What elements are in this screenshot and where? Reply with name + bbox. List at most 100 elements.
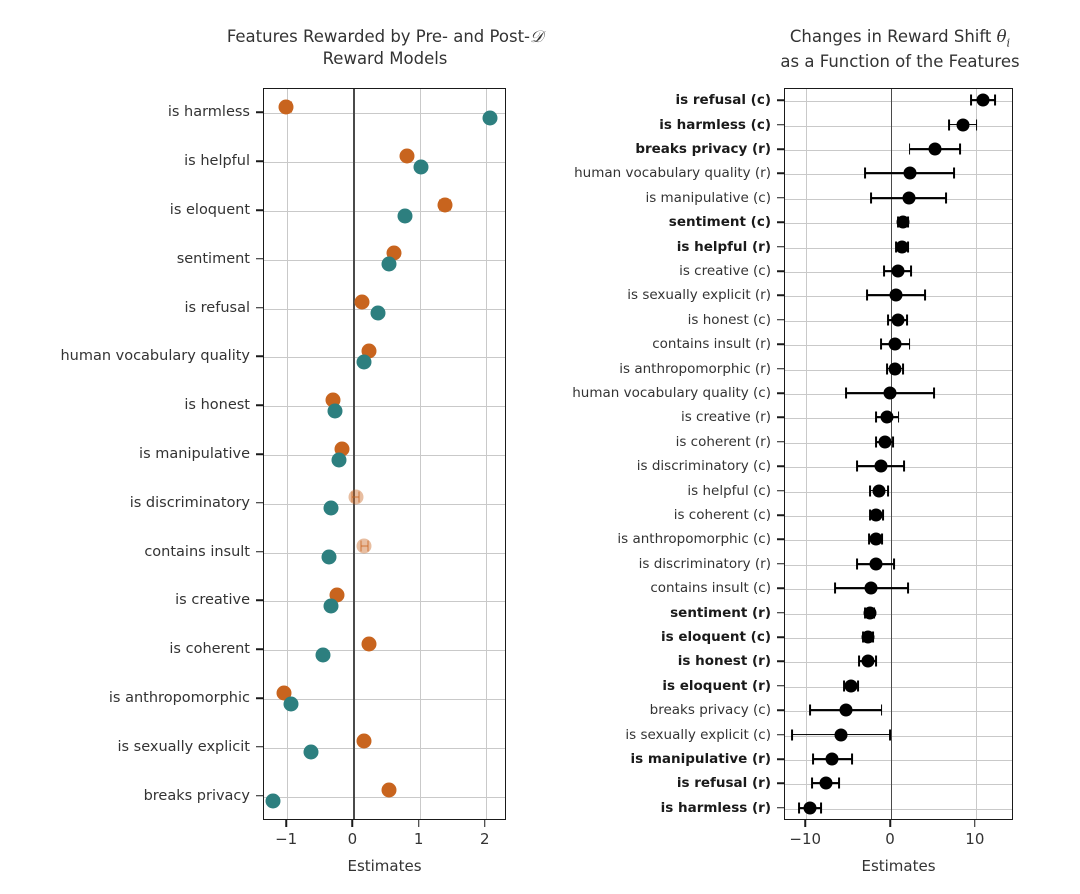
y-axis-tick bbox=[777, 489, 784, 492]
gridline-horizontal bbox=[264, 601, 505, 603]
y-axis-label: is honest (c) bbox=[687, 311, 771, 328]
y-axis-tick bbox=[777, 685, 784, 687]
y-axis-tick bbox=[777, 245, 784, 248]
y-axis-label: sentiment (c) bbox=[668, 214, 771, 231]
y-axis-label: contains insult bbox=[144, 543, 250, 560]
gridline-horizontal bbox=[264, 406, 505, 408]
x-axis-tick bbox=[889, 820, 891, 827]
data-point bbox=[872, 484, 886, 498]
error-bar-cap bbox=[790, 729, 793, 741]
gridline-horizontal bbox=[264, 747, 505, 749]
y-axis-label: is refusal (r) bbox=[676, 775, 771, 792]
y-axis-tick bbox=[256, 697, 263, 699]
y-axis-tick bbox=[777, 807, 784, 809]
data-point bbox=[303, 744, 319, 760]
y-axis-tick bbox=[256, 648, 263, 650]
error-bar-cap bbox=[901, 363, 904, 375]
error-bar-cap bbox=[970, 94, 973, 106]
y-axis-label: is eloquent bbox=[169, 202, 250, 218]
gridline-horizontal bbox=[264, 455, 505, 456]
data-point bbox=[356, 733, 372, 749]
gridline-horizontal bbox=[785, 540, 1012, 542]
data-point bbox=[888, 337, 902, 351]
right-panel-title: Changes in Reward Shift θi as a Function … bbox=[780, 27, 1020, 72]
y-axis-tick bbox=[777, 465, 784, 467]
data-point bbox=[348, 489, 364, 505]
y-axis-label: is sexually explicit bbox=[117, 738, 250, 755]
y-axis-tick bbox=[777, 441, 784, 443]
data-point bbox=[891, 313, 905, 327]
data-point bbox=[928, 142, 942, 156]
y-axis-label: is discriminatory (c) bbox=[636, 458, 771, 475]
script-d-symbol: 𝒟 bbox=[530, 27, 544, 46]
y-axis-tick bbox=[777, 294, 784, 297]
y-axis-label: is refusal bbox=[184, 299, 250, 316]
y-axis-label: is manipulative (c) bbox=[645, 189, 771, 206]
error-bar-cap bbox=[887, 314, 890, 326]
data-point bbox=[356, 354, 372, 370]
error-bar-cap bbox=[858, 655, 861, 667]
error-bar-cap bbox=[880, 704, 883, 716]
data-point bbox=[861, 630, 875, 644]
error-bar-cap bbox=[959, 143, 962, 155]
y-axis-label: is anthropomorphic (r) bbox=[619, 360, 771, 377]
y-axis-tick bbox=[777, 514, 784, 516]
theta-subscript: i bbox=[1006, 36, 1011, 50]
y-axis-tick bbox=[777, 733, 784, 736]
gridline-horizontal bbox=[785, 589, 1012, 591]
gridline-horizontal bbox=[264, 699, 505, 700]
y-axis-label: is sexually explicit (c) bbox=[625, 726, 771, 743]
y-axis-tick bbox=[777, 587, 784, 589]
error-bar-cap bbox=[887, 485, 890, 497]
gridline-vertical bbox=[485, 89, 487, 819]
y-axis-tick bbox=[777, 636, 784, 638]
y-axis-label: is harmless (c) bbox=[659, 116, 771, 133]
gridline-horizontal bbox=[785, 686, 1012, 688]
y-axis-tick bbox=[777, 270, 784, 272]
y-axis-label: is eloquent (c) bbox=[661, 629, 771, 645]
gridline-horizontal bbox=[264, 503, 505, 505]
data-point bbox=[891, 264, 905, 278]
left-panel-title: Features Rewarded by Pre- and Post-𝒟 Rewa… bbox=[226, 27, 544, 68]
x-axis-tick-label: −10 bbox=[789, 830, 822, 848]
error-bar-cap bbox=[923, 289, 926, 301]
gridline-horizontal bbox=[785, 467, 1012, 469]
error-bar-cap bbox=[948, 119, 951, 131]
gridline-vertical bbox=[806, 89, 808, 819]
y-axis-tick bbox=[777, 343, 784, 345]
data-point bbox=[323, 500, 339, 516]
data-point bbox=[482, 110, 498, 126]
data-point bbox=[976, 93, 990, 107]
gridline-horizontal bbox=[785, 174, 1012, 176]
error-bar-cap bbox=[833, 582, 836, 594]
error-bar-cap bbox=[910, 265, 913, 277]
error-bar-cap bbox=[855, 558, 858, 570]
gridline-horizontal bbox=[785, 125, 1012, 127]
data-point bbox=[327, 403, 342, 419]
y-axis-label: is eloquent (r) bbox=[662, 677, 771, 694]
x-axis-title: Estimates bbox=[347, 857, 422, 875]
y-axis-tick bbox=[256, 404, 263, 406]
y-axis-tick bbox=[777, 221, 784, 223]
error-bar-cap bbox=[855, 460, 858, 472]
y-axis-label: is refusal (c) bbox=[675, 92, 771, 109]
data-point bbox=[354, 294, 370, 310]
x-axis-tick-label: 2 bbox=[480, 830, 490, 848]
error-bar-cap bbox=[811, 753, 814, 765]
gridline-horizontal bbox=[785, 662, 1012, 664]
data-point bbox=[315, 647, 331, 663]
gridline-horizontal bbox=[785, 516, 1012, 517]
error-bar-cap bbox=[952, 167, 955, 179]
y-axis-label: is coherent bbox=[169, 641, 250, 658]
y-axis-label: contains insult (c) bbox=[650, 580, 771, 597]
y-axis-tick bbox=[256, 502, 263, 504]
y-axis-label: is helpful (r) bbox=[676, 238, 771, 255]
data-point bbox=[888, 362, 902, 376]
gridline-vertical bbox=[419, 89, 421, 819]
gridline-horizontal bbox=[785, 564, 1012, 566]
error-bar-cap bbox=[906, 582, 909, 594]
gridline-horizontal bbox=[785, 735, 1012, 737]
error-bar-cap bbox=[875, 411, 878, 423]
data-point bbox=[869, 508, 883, 522]
error-bar-cap bbox=[798, 802, 801, 814]
